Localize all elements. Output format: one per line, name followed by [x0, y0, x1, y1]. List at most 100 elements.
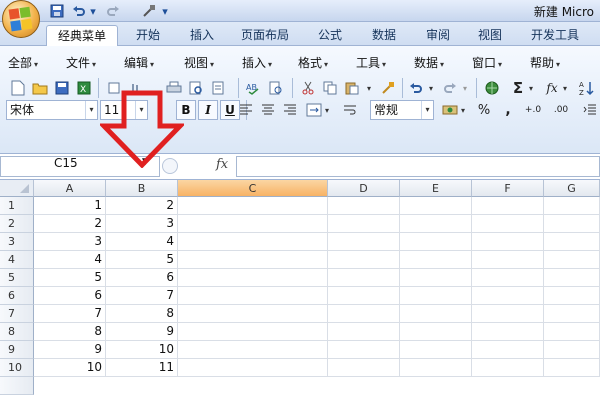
menu-window[interactable]: 窗口 ▾	[472, 54, 502, 72]
cell-d7[interactable]	[328, 305, 400, 323]
cell-c4[interactable]	[178, 251, 328, 269]
cell-f2[interactable]	[472, 215, 544, 233]
tab-formulas[interactable]: 公式	[306, 25, 354, 46]
menu-help[interactable]: 帮助 ▾	[530, 54, 560, 72]
indent-icon[interactable]	[580, 100, 600, 120]
decrease-decimal-button[interactable]: .00	[548, 100, 574, 120]
row-header[interactable]: 6	[0, 287, 34, 305]
cell-f6[interactable]	[472, 287, 544, 305]
undo-icon[interactable]	[70, 2, 88, 20]
column-header-f[interactable]: F	[472, 180, 544, 197]
open-folder-icon[interactable]	[30, 78, 50, 98]
menu-tools[interactable]: 工具 ▾	[356, 54, 386, 72]
cell-g9[interactable]	[544, 341, 600, 359]
cell-b1[interactable]: 2	[106, 197, 178, 215]
row-header[interactable]: 7	[0, 305, 34, 323]
cell-e10[interactable]	[400, 359, 472, 377]
cell-a6[interactable]: 6	[34, 287, 106, 305]
cell-g1[interactable]	[544, 197, 600, 215]
tab-insert[interactable]: 插入	[178, 25, 226, 46]
office-button[interactable]	[2, 0, 40, 38]
cell-g6[interactable]	[544, 287, 600, 305]
cell-d4[interactable]	[328, 251, 400, 269]
cell-d8[interactable]	[328, 323, 400, 341]
column-header-g[interactable]: G	[544, 180, 600, 197]
cell-d9[interactable]	[328, 341, 400, 359]
cell-d1[interactable]	[328, 197, 400, 215]
spreadsheet-grid[interactable]: A B C D E F G 11222333444555666777888999…	[0, 180, 600, 400]
print-preview-icon[interactable]	[186, 78, 206, 98]
cell-f8[interactable]	[472, 323, 544, 341]
number-format-select[interactable]: 常规 ▾	[370, 100, 434, 120]
tab-view[interactable]: 视图	[466, 25, 514, 46]
cell-b2[interactable]: 3	[106, 215, 178, 233]
cell-a10[interactable]: 10	[34, 359, 106, 377]
undo-toolbar-dropdown-icon[interactable]: ▾	[426, 78, 436, 98]
customize-dropdown-icon[interactable]: ▾	[160, 2, 170, 20]
cell-f5[interactable]	[472, 269, 544, 287]
column-header-e[interactable]: E	[400, 180, 472, 197]
column-header-d[interactable]: D	[328, 180, 400, 197]
new-file-icon[interactable]	[8, 78, 28, 98]
copy-icon[interactable]	[320, 78, 340, 98]
cell-a2[interactable]: 2	[34, 215, 106, 233]
cell-e9[interactable]	[400, 341, 472, 359]
cell-d5[interactable]	[328, 269, 400, 287]
menu-view[interactable]: 视图 ▾	[184, 54, 214, 72]
autosum-icon[interactable]: Σ	[508, 78, 528, 98]
redo-toolbar-dropdown-icon[interactable]: ▾	[460, 78, 470, 98]
row-header[interactable]	[0, 377, 34, 395]
paste-dropdown-icon[interactable]: ▾	[364, 78, 374, 98]
page-setup-icon[interactable]	[208, 78, 228, 98]
tab-page-layout[interactable]: 页面布局	[232, 25, 298, 46]
cut-icon[interactable]	[298, 78, 318, 98]
cell-c9[interactable]	[178, 341, 328, 359]
tab-developer[interactable]: 开发工具	[522, 25, 588, 46]
cell-g8[interactable]	[544, 323, 600, 341]
cell-e1[interactable]	[400, 197, 472, 215]
tab-home[interactable]: 开始	[124, 25, 172, 46]
align-right-icon[interactable]	[280, 100, 300, 120]
insert-function-icon[interactable]: fx	[542, 78, 562, 98]
undo-toolbar-icon[interactable]	[406, 78, 426, 98]
tab-review[interactable]: 审阅	[414, 25, 462, 46]
cell-f10[interactable]	[472, 359, 544, 377]
tab-data[interactable]: 数据	[360, 25, 408, 46]
cell-c3[interactable]	[178, 233, 328, 251]
cell-a8[interactable]: 8	[34, 323, 106, 341]
cell-c5[interactable]	[178, 269, 328, 287]
cell-d6[interactable]	[328, 287, 400, 305]
increase-decimal-button[interactable]: +.0	[520, 100, 546, 120]
column-header-b[interactable]: B	[106, 180, 178, 197]
cell-g5[interactable]	[544, 269, 600, 287]
align-left-icon[interactable]	[236, 100, 256, 120]
cell-e6[interactable]	[400, 287, 472, 305]
cell-f7[interactable]	[472, 305, 544, 323]
cell-c6[interactable]	[178, 287, 328, 305]
cell-a3[interactable]: 3	[34, 233, 106, 251]
cell-c10[interactable]	[178, 359, 328, 377]
redo-icon[interactable]	[104, 2, 122, 20]
cell-f3[interactable]	[472, 233, 544, 251]
cell-b6[interactable]: 7	[106, 287, 178, 305]
row-header[interactable]: 10	[0, 359, 34, 377]
cell-e2[interactable]	[400, 215, 472, 233]
menu-data[interactable]: 数据 ▾	[414, 54, 444, 72]
cell-g3[interactable]	[544, 233, 600, 251]
cell-b10[interactable]: 11	[106, 359, 178, 377]
column-header-c[interactable]: C	[178, 180, 328, 197]
comma-button[interactable]: ,	[498, 100, 518, 120]
row-header[interactable]: 4	[0, 251, 34, 269]
tab-classic-menu[interactable]: 经典菜单	[46, 25, 118, 46]
cell-c7[interactable]	[178, 305, 328, 323]
row-header[interactable]: 9	[0, 341, 34, 359]
column-header-a[interactable]: A	[34, 180, 106, 197]
menu-insert[interactable]: 插入 ▾	[242, 54, 272, 72]
save-file-icon[interactable]	[52, 78, 72, 98]
cell-b4[interactable]: 5	[106, 251, 178, 269]
research-icon[interactable]	[266, 78, 286, 98]
cell-e3[interactable]	[400, 233, 472, 251]
cell-b8[interactable]: 9	[106, 323, 178, 341]
row-header[interactable]: 3	[0, 233, 34, 251]
save-icon[interactable]	[48, 2, 66, 20]
